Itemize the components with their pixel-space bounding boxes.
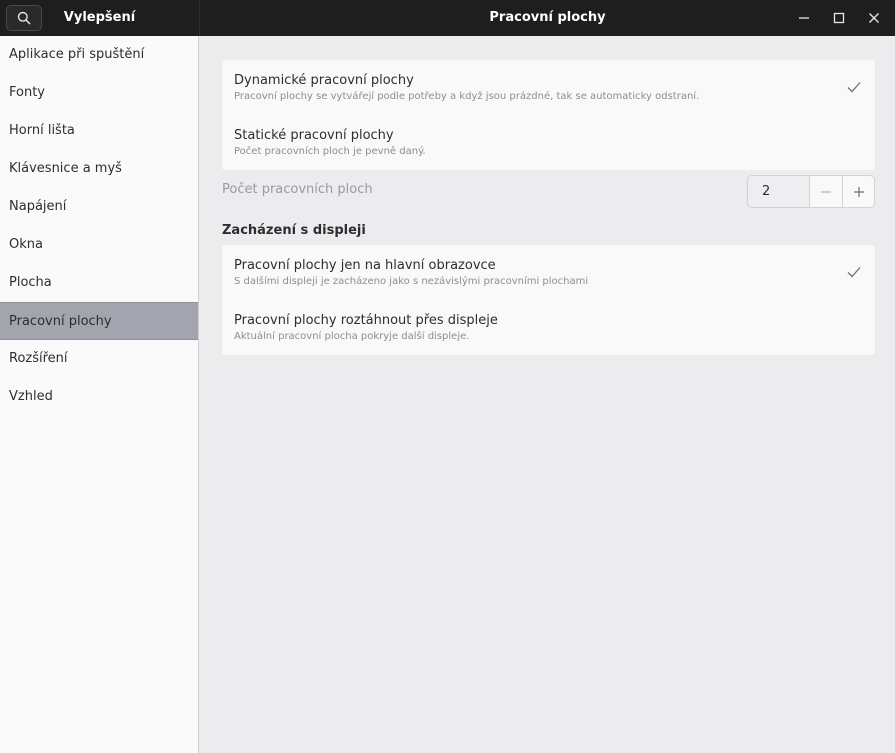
check-icon — [847, 82, 861, 93]
sidebar-header: Vylepšení — [0, 0, 199, 36]
option-span-displays[interactable]: Pracovní plochy roztáhnout přes displeje… — [222, 300, 875, 355]
sidebar-item-fonts[interactable]: Fonty — [0, 74, 198, 112]
minimize-icon — [799, 17, 809, 19]
option-title: Pracovní plochy roztáhnout přes displeje — [234, 313, 498, 328]
main-content: Dynamické pracovní plochy Pracovní ploch… — [200, 36, 895, 753]
sidebar-item-keyboard-mouse[interactable]: Klávesnice a myš — [0, 150, 198, 188]
sidebar-item-appearance[interactable]: Vzhled — [0, 378, 198, 416]
option-title: Statické pracovní plochy — [234, 128, 394, 143]
sidebar: Aplikace při spuštění Fonty Horní lišta … — [0, 36, 199, 753]
header-bar: Vylepšení Pracovní plochy — [0, 0, 895, 36]
option-subtitle: Aktuální pracovní plocha pokryje další d… — [234, 331, 470, 342]
close-button[interactable] — [860, 4, 888, 32]
sidebar-item-desktop[interactable]: Plocha — [0, 264, 198, 302]
workspace-count-input[interactable]: 2 — [748, 176, 810, 207]
sidebar-item-power[interactable]: Napájení — [0, 188, 198, 226]
decrement-button[interactable] — [810, 176, 842, 207]
option-subtitle: S dalšími displeji je zacházeno jako s n… — [234, 276, 589, 287]
minus-icon — [821, 190, 831, 193]
option-title: Pracovní plochy jen na hlavní obrazovce — [234, 258, 496, 273]
tweaks-window: Vylepšení Pracovní plochy Aplikace při s… — [0, 0, 895, 753]
option-dynamic-workspaces[interactable]: Dynamické pracovní plochy Pracovní ploch… — [222, 60, 875, 115]
maximize-icon — [833, 12, 845, 24]
sidebar-item-workspaces[interactable]: Pracovní plochy — [0, 302, 198, 340]
minimize-button[interactable] — [790, 4, 818, 32]
workspace-count-label: Počet pracovních ploch — [222, 182, 373, 197]
sidebar-title-text: Vylepšení — [63, 10, 136, 25]
plus-icon — [853, 186, 864, 197]
sidebar-item-top-bar[interactable]: Horní lišta — [0, 112, 198, 150]
option-title: Dynamické pracovní plochy — [234, 73, 414, 88]
option-primary-display-only[interactable]: Pracovní plochy jen na hlavní obrazovce … — [222, 245, 875, 300]
window-controls — [790, 0, 895, 36]
main-header: Pracovní plochy — [200, 0, 895, 36]
sidebar-title: Vylepšení — [0, 0, 199, 36]
display-handling-heading: Zacházení s displeji — [222, 223, 366, 238]
sidebar-item-startup-apps[interactable]: Aplikace při spuštění — [0, 36, 198, 74]
display-handling-card: Pracovní plochy jen na hlavní obrazovce … — [222, 245, 875, 355]
close-icon — [869, 13, 879, 23]
workspace-mode-card: Dynamické pracovní plochy Pracovní ploch… — [222, 60, 875, 170]
option-static-workspaces[interactable]: Statické pracovní plochy Počet pracovníc… — [222, 115, 875, 170]
option-subtitle: Pracovní plochy se vytvářejí podle potře… — [234, 91, 700, 102]
sidebar-item-windows[interactable]: Okna — [0, 226, 198, 264]
option-subtitle: Počet pracovních ploch je pevně daný. — [234, 146, 426, 157]
sidebar-item-extensions[interactable]: Rozšíření — [0, 340, 198, 378]
increment-button[interactable] — [842, 176, 874, 207]
check-icon — [847, 267, 861, 278]
maximize-button[interactable] — [825, 4, 853, 32]
workspace-count-spinner: 2 — [747, 175, 875, 208]
